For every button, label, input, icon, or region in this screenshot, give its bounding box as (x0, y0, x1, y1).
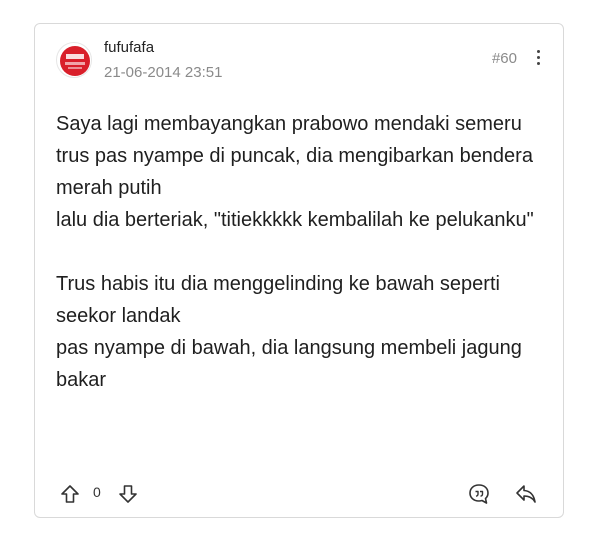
vote-count: 0 (93, 484, 101, 500)
arrow-up-icon[interactable] (59, 483, 81, 505)
post-number[interactable]: #60 (492, 50, 517, 67)
post-content: Saya lagi membayangkan prabowo mendaki s… (56, 113, 534, 391)
post-date: 21-06-2014 23:51 (104, 64, 223, 81)
post-card: fufufafa 21-06-2014 23:51 #60 Saya lagi … (34, 23, 564, 518)
reply-icon[interactable] (514, 483, 538, 505)
username[interactable]: fufufafa (104, 39, 154, 56)
user-avatar[interactable] (56, 42, 92, 78)
quote-bubble-icon[interactable] (467, 482, 491, 506)
more-vertical-icon[interactable] (534, 48, 542, 68)
post-actions: 0 (35, 481, 563, 507)
arrow-down-icon[interactable] (117, 483, 139, 505)
